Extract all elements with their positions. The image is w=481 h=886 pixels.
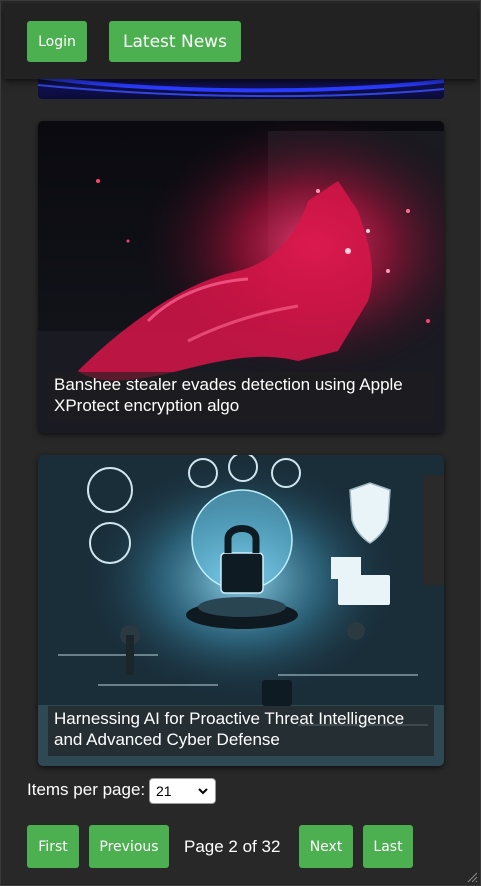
items-per-page-label: Items per page:: [27, 780, 146, 799]
resize-grip-icon[interactable]: [466, 871, 478, 883]
first-page-button[interactable]: First: [27, 825, 79, 868]
latest-news-button[interactable]: Latest News: [109, 21, 241, 62]
previous-page-button[interactable]: Previous: [89, 825, 169, 868]
items-per-page-select[interactable]: 21: [149, 778, 216, 804]
article-title[interactable]: Harnessing AI for Proactive Threat Intel…: [48, 706, 434, 756]
items-per-page-value: 21: [156, 783, 172, 799]
login-button[interactable]: Login: [27, 21, 87, 62]
chevron-down-icon: [198, 788, 208, 795]
last-page-button[interactable]: Last: [363, 825, 413, 868]
app-frame: Login Latest News Banshee stealer evades…: [0, 0, 481, 886]
next-page-button[interactable]: Next: [299, 825, 353, 868]
article-card-1[interactable]: Banshee stealer evades detection using A…: [38, 121, 444, 433]
article-card-2[interactable]: Harnessing AI for Proactive Threat Intel…: [38, 455, 444, 766]
top-header: Login Latest News: [4, 4, 477, 79]
page-indicator: Page 2 of 32: [184, 837, 281, 856]
article-title[interactable]: Banshee stealer evades detection using A…: [48, 372, 434, 422]
